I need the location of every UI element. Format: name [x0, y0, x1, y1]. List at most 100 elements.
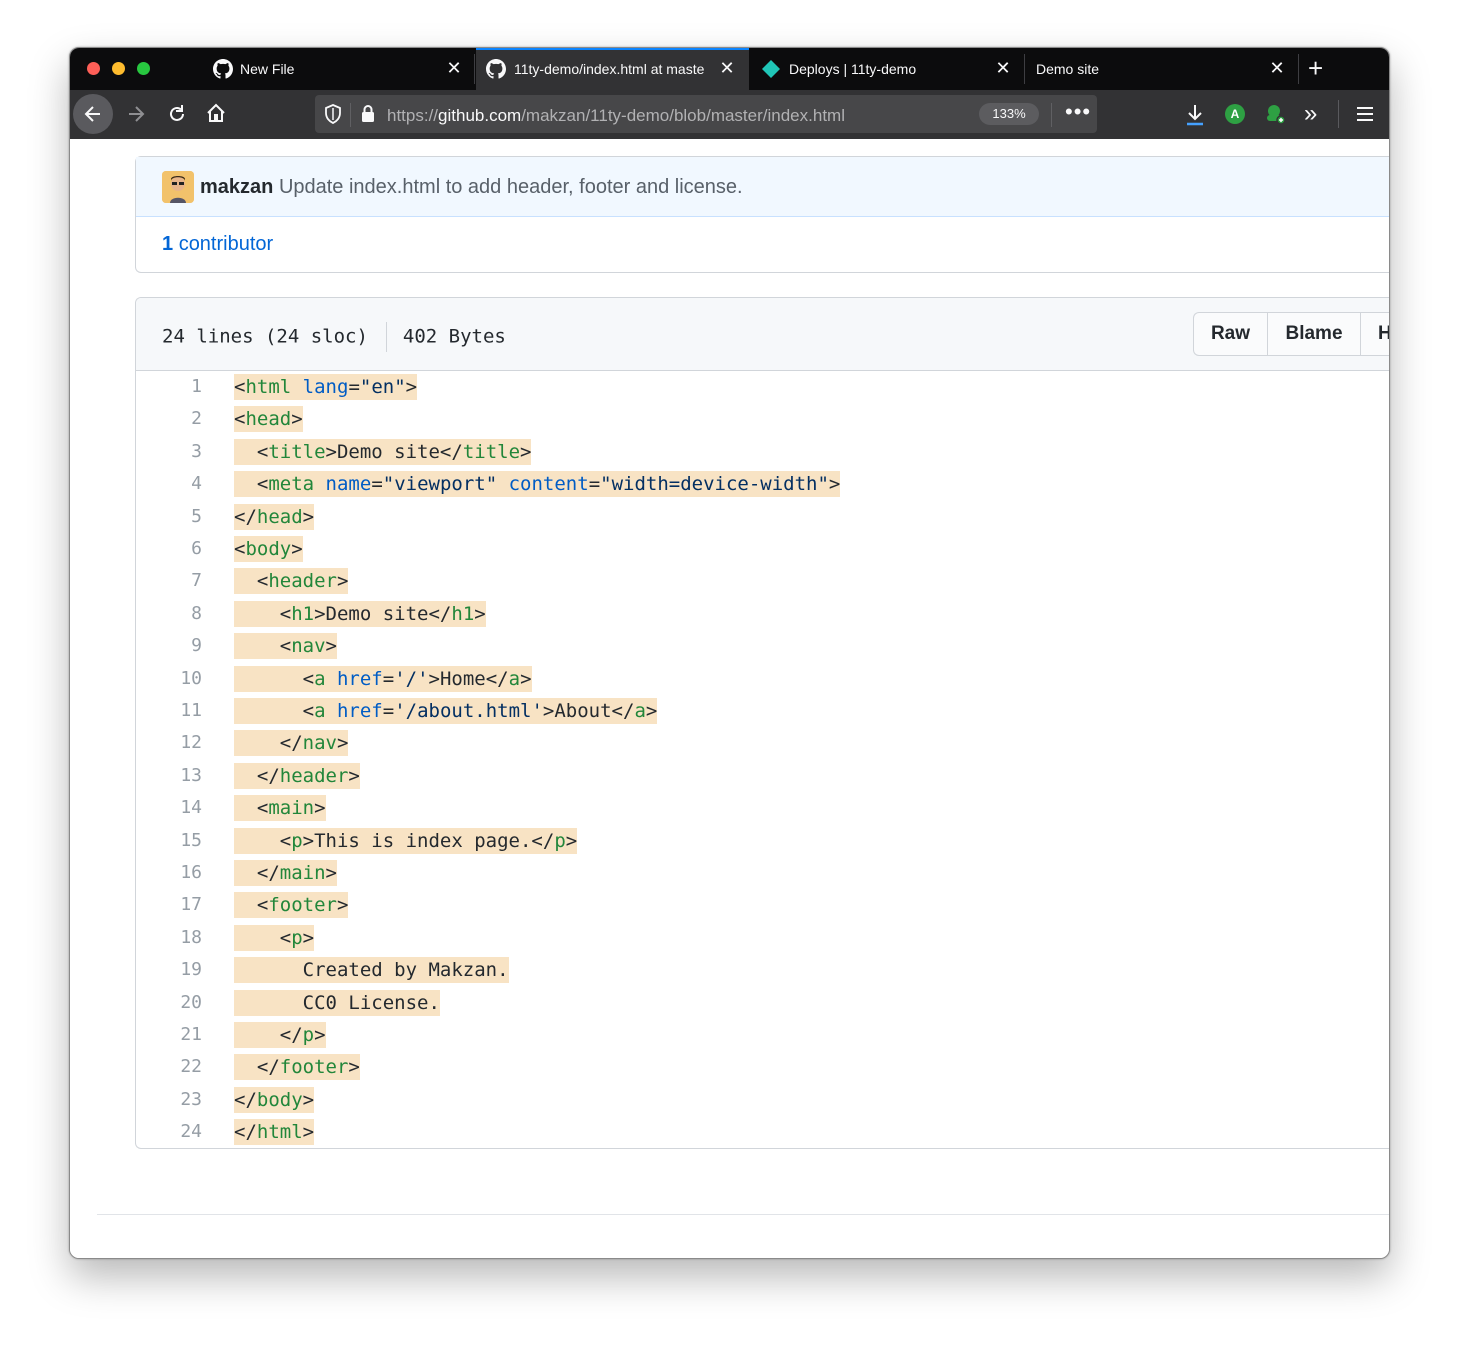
line-number[interactable]: 12 — [136, 727, 202, 759]
github-icon — [486, 59, 506, 79]
url-bar[interactable]: https://github.com/makzan/11ty-demo/blob… — [315, 95, 1097, 133]
line-content: <head> — [234, 406, 303, 433]
line-number[interactable]: 22 — [136, 1051, 202, 1083]
code-line: 23 </body> — [136, 1084, 1389, 1116]
file-info-divider — [385, 322, 387, 352]
contributor-label: contributor — [178, 233, 274, 255]
code-attribute: content — [508, 473, 589, 496]
code-text: > — [520, 667, 532, 690]
code-text: < — [234, 667, 315, 690]
tab-deploys[interactable]: Deploys | 11ty-demo ✕ — [750, 48, 1023, 90]
line-number[interactable]: 2 — [136, 403, 202, 435]
url-host: github.com — [438, 106, 522, 125]
code-text: > — [314, 797, 326, 820]
line-content: <main> — [234, 795, 326, 822]
code-line: 6 <body> — [136, 533, 1389, 565]
tab-divider — [474, 54, 475, 84]
line-content: <header> — [234, 568, 349, 595]
avatar[interactable] — [162, 171, 194, 203]
line-number[interactable]: 8 — [136, 598, 202, 630]
code-attribute: href — [336, 667, 383, 690]
code-tag: a — [314, 700, 326, 722]
close-icon[interactable]: ✕ — [994, 58, 1012, 78]
line-number[interactable]: 6 — [136, 533, 202, 565]
line-content: </head> — [234, 503, 315, 530]
line-number[interactable]: 15 — [136, 825, 202, 857]
tab-index-html[interactable]: 11ty-demo/index.html at maste ✕ — [476, 48, 749, 90]
code-string: '/' — [394, 667, 429, 690]
line-number[interactable]: 18 — [136, 922, 202, 954]
code-text: > — [291, 408, 303, 431]
back-button[interactable] — [73, 94, 113, 134]
close-icon[interactable]: ✕ — [718, 58, 736, 78]
commit-message[interactable]: Update index.html to add header, footer … — [279, 176, 743, 198]
line-number[interactable]: 4 — [136, 468, 202, 500]
code-text: > — [302, 1088, 315, 1111]
code-line: 9 <nav> — [136, 630, 1389, 662]
close-icon[interactable]: ✕ — [445, 58, 463, 78]
hamburger-menu-icon[interactable] — [1356, 105, 1374, 123]
line-number[interactable]: 16 — [136, 857, 202, 889]
page-actions-menu-icon[interactable]: ••• — [1065, 99, 1091, 125]
close-window-button[interactable] — [87, 62, 100, 75]
code-text: > — [291, 538, 303, 560]
reload-button[interactable] — [166, 103, 188, 125]
code-text: CC0 License. — [234, 991, 440, 1014]
line-number[interactable]: 21 — [136, 1019, 202, 1051]
minimize-window-button[interactable] — [112, 62, 125, 75]
tab-new-file[interactable]: New File ✕ — [201, 48, 474, 90]
code-text: > — [520, 440, 532, 463]
code-tag: head — [256, 505, 303, 528]
line-number[interactable]: 24 — [136, 1116, 202, 1148]
history-button[interactable]: H — [1361, 313, 1389, 355]
browser-window: New File ✕ 11ty-demo/index.html at maste… — [69, 47, 1390, 1259]
page-footer-divider — [97, 1214, 1389, 1215]
extension-a-icon[interactable]: A — [1225, 104, 1245, 124]
line-number[interactable]: 13 — [136, 760, 202, 792]
code-text: < — [234, 602, 292, 625]
line-number[interactable]: 3 — [136, 436, 202, 468]
url-divider — [350, 103, 351, 127]
code-text: > — [348, 1056, 360, 1079]
blame-button[interactable]: Blame — [1268, 313, 1360, 355]
close-icon[interactable]: ✕ — [1268, 58, 1286, 78]
line-number[interactable]: 20 — [136, 987, 202, 1019]
line-number[interactable]: 9 — [136, 630, 202, 662]
line-number[interactable]: 17 — [136, 889, 202, 921]
forward-button[interactable] — [126, 104, 146, 124]
download-icon[interactable] — [1184, 103, 1206, 127]
line-number[interactable]: 19 — [136, 954, 202, 986]
code-string: "viewport" — [382, 473, 498, 496]
code-text: = — [588, 473, 601, 496]
code-line: 11 <a href='/about.html'>About</a> — [136, 695, 1389, 727]
code-tag: body — [245, 538, 292, 560]
line-number[interactable]: 7 — [136, 565, 202, 597]
contributors-link[interactable]: 1 contributor — [162, 233, 273, 256]
commit-author[interactable]: makzan — [200, 176, 273, 198]
new-tab-button[interactable]: + — [1308, 55, 1323, 81]
url-text[interactable]: https://github.com/makzan/11ty-demo/blob… — [387, 106, 845, 126]
code-text: >Demo site</ — [314, 602, 452, 625]
line-number[interactable]: 14 — [136, 792, 202, 824]
line-number[interactable]: 10 — [136, 663, 202, 695]
tab-demo-site[interactable]: Demo site ✕ — [1025, 48, 1298, 90]
code-line: 5 </head> — [136, 501, 1389, 533]
extension-cloud-icon[interactable] — [1263, 102, 1287, 126]
zoom-window-button[interactable] — [137, 62, 150, 75]
overflow-menu-icon[interactable]: » — [1304, 100, 1317, 128]
line-number[interactable]: 1 — [136, 371, 202, 403]
url-path: /makzan/11ty-demo/blob/master/index.html — [521, 106, 845, 125]
line-content: <title>Demo site</title> — [234, 438, 532, 465]
line-number[interactable]: 11 — [136, 695, 202, 727]
shield-icon[interactable] — [324, 104, 342, 124]
line-number[interactable]: 23 — [136, 1084, 202, 1116]
code-line: 17 <footer> — [136, 889, 1389, 921]
zoom-level-badge[interactable]: 133% — [979, 103, 1039, 125]
raw-button[interactable]: Raw — [1194, 313, 1267, 355]
code-line: 13 </header> — [136, 760, 1389, 792]
home-button[interactable] — [205, 102, 227, 124]
line-number[interactable]: 5 — [136, 501, 202, 533]
lock-icon[interactable] — [360, 104, 376, 124]
code-attribute: lang — [302, 376, 349, 398]
